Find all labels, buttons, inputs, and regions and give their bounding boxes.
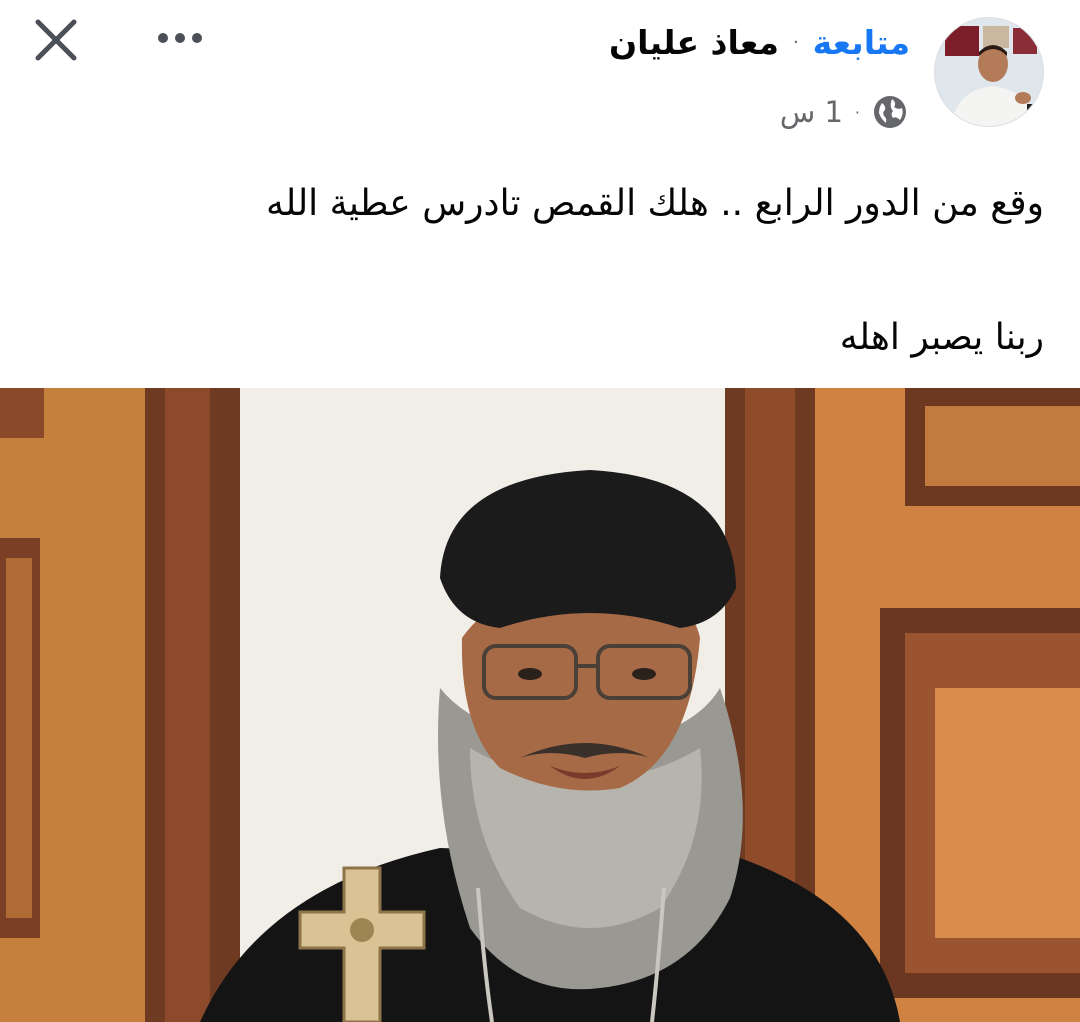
meta-separator: ·	[854, 102, 860, 122]
close-icon	[35, 19, 77, 61]
follow-button[interactable]: متابعة	[813, 23, 910, 62]
post-meta: 1 س ·	[780, 90, 908, 134]
author-name[interactable]: معاذ عليان	[609, 23, 779, 62]
more-options-button[interactable]	[148, 18, 212, 58]
close-button[interactable]	[28, 12, 84, 68]
post-text-line: وقع من الدور الرابع .. هلك القمص تادرس ع…	[265, 183, 1044, 224]
profile-avatar[interactable]	[934, 17, 1044, 127]
post-text-line: ربنا يصبر اهله	[839, 317, 1044, 358]
post-timestamp[interactable]: 1 س	[780, 95, 843, 129]
more-dot	[192, 33, 202, 43]
post-photo[interactable]	[0, 388, 1080, 1022]
author-row: معاذ عليان · متابعة	[609, 14, 910, 70]
avatar-image	[935, 18, 1043, 126]
post-viewer: معاذ عليان · متابعة 1 س · وقع من الدور ا…	[0, 0, 1080, 1022]
name-separator: ·	[792, 31, 799, 53]
more-dot	[158, 33, 168, 43]
post-body: وقع من الدور الرابع .. هلك القمص تادرس ع…	[36, 178, 1044, 364]
more-dot	[175, 33, 185, 43]
photo-illustration	[0, 388, 1080, 1022]
globe-icon	[874, 96, 906, 128]
